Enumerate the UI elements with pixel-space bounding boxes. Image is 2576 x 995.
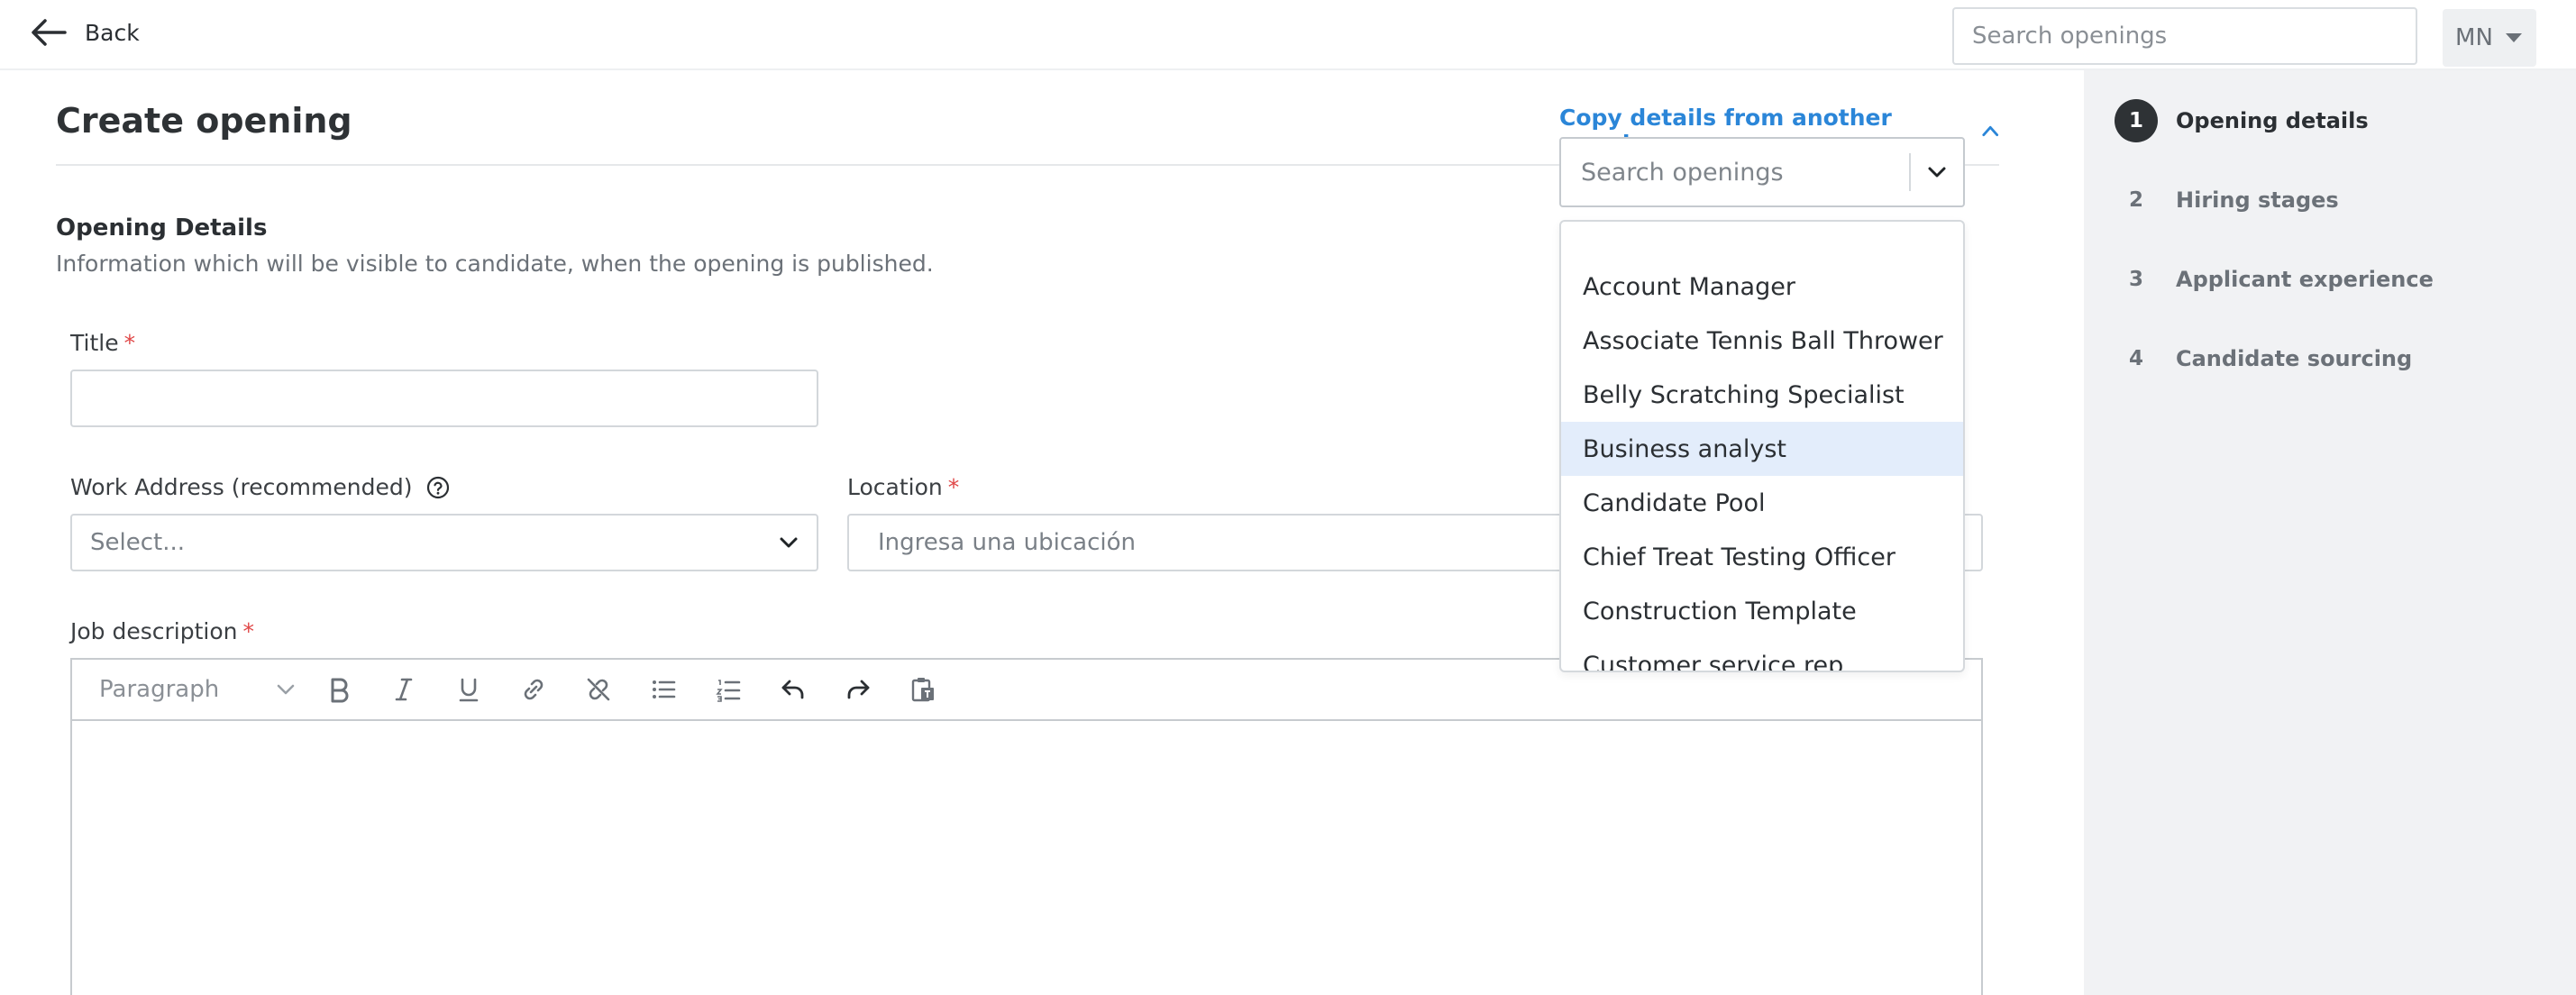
bullet-list-icon [653,680,676,698]
bold-icon [331,678,349,703]
link-icon [524,679,544,700]
step-label: Hiring stages [2176,187,2339,213]
page-title: Create opening [56,101,352,141]
title-label-row: Title * [70,330,135,356]
chevron-up-icon [1981,125,1998,137]
section-subtitle: Information which will be visible to can… [56,251,934,277]
title-label: Title [70,330,119,356]
paragraph-label: Paragraph [99,676,220,703]
back-label: Back [85,19,140,46]
step-hiring-stages[interactable]: 2 Hiring stages [2115,178,2339,222]
chevron-down-icon [780,537,798,548]
caret-down-icon [2505,33,2522,42]
dropdown-items: Account Manager Associate Tennis Ball Th… [1561,222,1963,671]
back-button[interactable]: Back [31,16,140,49]
dropdown-item[interactable]: Chief Treat Testing Officer [1561,530,1963,584]
numbered-list-icon [716,680,741,702]
paragraph-select[interactable]: Paragraph [99,676,306,703]
dropdown-item[interactable]: Customer service rep [1561,638,1963,671]
dropdown-item[interactable]: Candidate Pool [1561,476,1963,530]
work-address-label-row: Work Address (recommended) [70,474,450,500]
step-label: Candidate sourcing [2176,346,2413,371]
required-mark: * [947,474,960,500]
required-mark: * [123,330,136,356]
dropdown-item[interactable]: Associate Tennis Ball Thrower [1561,314,1963,368]
work-address-label: Work Address (recommended) [70,474,413,500]
italic-button[interactable] [371,659,436,720]
underline-button[interactable] [436,659,501,720]
redo-icon [847,680,870,699]
location-label-row: Location * [847,474,959,500]
italic-icon [395,678,413,701]
openings-dropdown-list[interactable]: Account Manager Associate Tennis Ball Th… [1559,220,1965,672]
job-description-label-row: Job description * [70,618,254,644]
redo-button[interactable] [826,659,891,720]
user-initials: MN [2455,24,2493,51]
numbered-list-button[interactable] [696,659,761,720]
unlink-button[interactable] [566,659,631,720]
undo-icon [781,680,804,699]
copy-opening-search-input[interactable] [1561,139,1909,205]
chevron-down-icon [277,684,295,695]
dropdown-item[interactable]: Belly Scratching Specialist [1561,368,1963,422]
title-field [70,370,818,427]
required-mark: * [242,618,255,644]
step-number: 3 [2128,268,2143,291]
paste-button[interactable] [891,659,955,720]
steps-sidebar: 1 Opening details 2 Hiring stages 3 Appl… [2084,70,2576,995]
chevron-down-icon [1928,167,1946,178]
paste-icon [911,678,934,702]
step-number: 2 [2128,188,2143,212]
step-candidate-sourcing[interactable]: 4 Candidate sourcing [2115,337,2412,380]
step-opening-details[interactable]: 1 Opening details [2115,99,2369,142]
unlink-icon [587,678,610,701]
top-bar: Back MN [0,0,2576,70]
bold-button[interactable] [306,659,371,720]
help-circle-icon[interactable] [426,476,450,499]
arrow-left-icon [32,19,67,46]
undo-button[interactable] [761,659,826,720]
step-number: 4 [2128,347,2143,370]
location-label: Location [847,474,943,500]
user-menu-button[interactable]: MN [2443,9,2536,67]
work-address-value: Select... [90,529,186,556]
job-description-label: Job description [70,618,238,644]
search-openings-input[interactable] [1952,7,2417,65]
step-number: 1 [2115,99,2158,142]
link-button[interactable] [501,659,566,720]
dropdown-item[interactable]: Business analyst [1561,422,1963,476]
bullet-list-button[interactable] [631,659,696,720]
section-title: Opening Details [56,215,268,242]
copy-opening-search [1559,137,1965,207]
step-label: Applicant experience [2176,267,2434,292]
dropdown-item[interactable]: Account Manager [1561,260,1963,314]
underline-icon [459,678,479,702]
step-label: Opening details [2176,108,2369,133]
step-applicant-experience[interactable]: 3 Applicant experience [2115,258,2434,301]
work-address-select[interactable]: Select... [70,514,818,571]
title-input[interactable] [72,371,817,425]
job-description-editor: Paragraph [70,658,1983,995]
dropdown-toggle[interactable] [1911,139,1963,205]
dropdown-item[interactable]: Construction Template [1561,584,1963,638]
